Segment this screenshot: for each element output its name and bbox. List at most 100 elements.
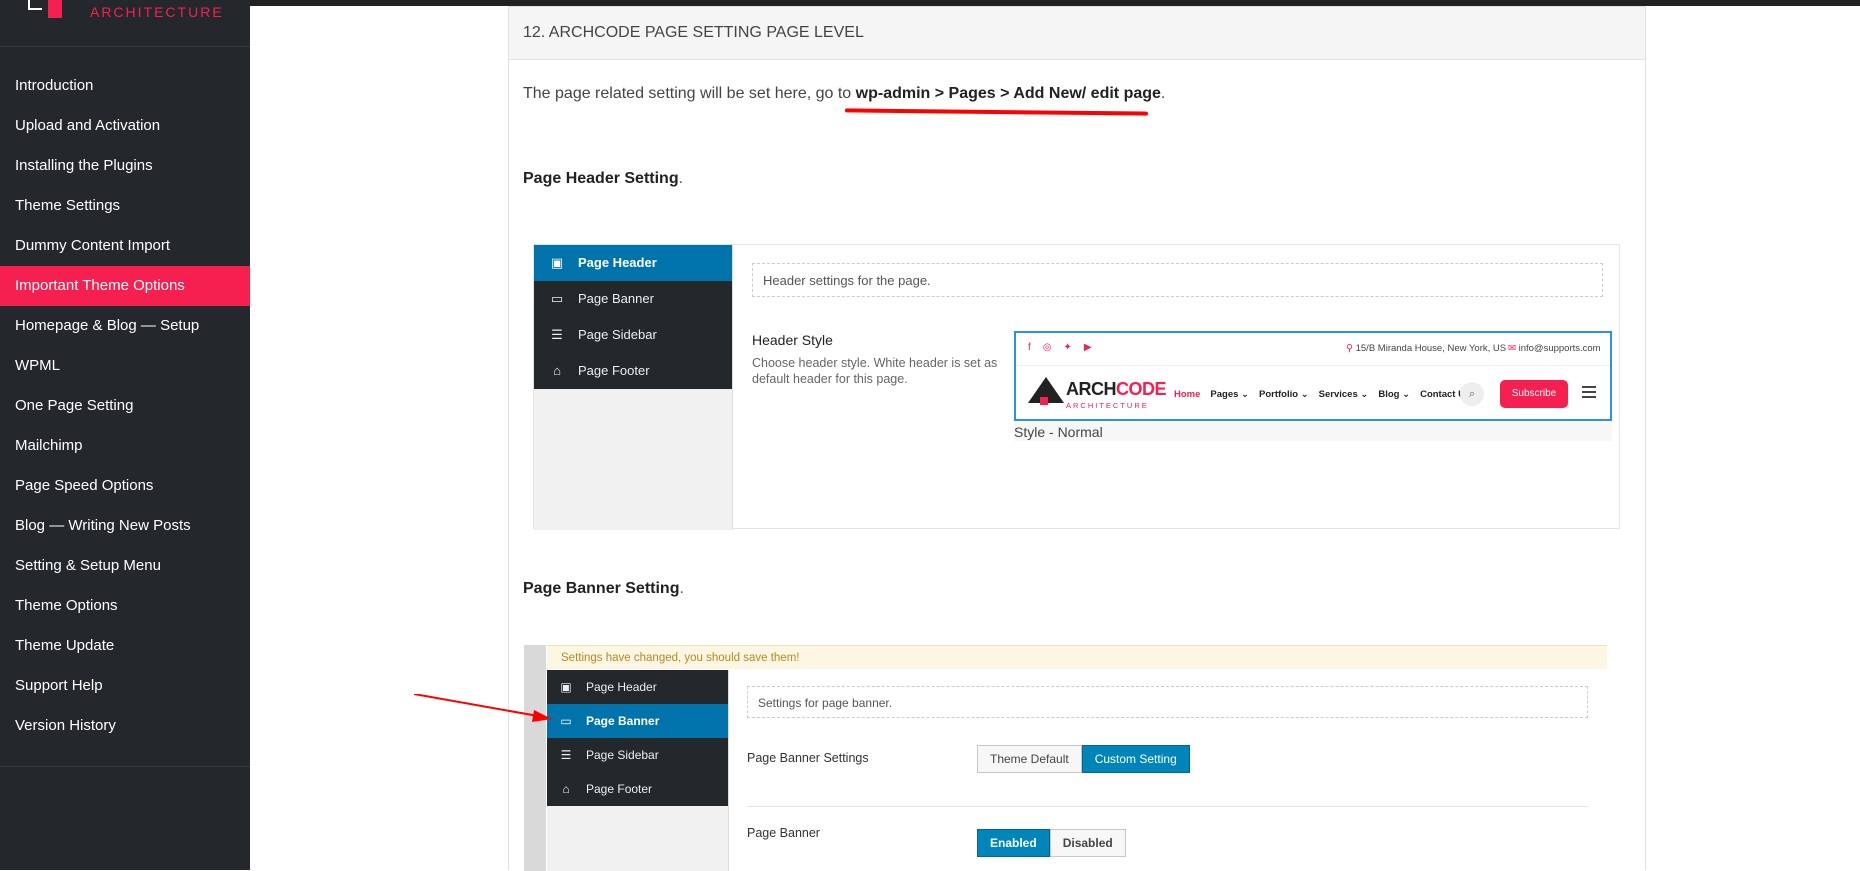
tab-label: Page Sidebar <box>578 327 657 342</box>
metabox-tab-page-banner[interactable]: ▭ Page Banner <box>534 281 732 317</box>
sidebar-item-wpml[interactable]: WPML <box>0 346 250 386</box>
metabox-tab-page-banner[interactable]: ▭ Page Banner <box>547 704 728 738</box>
page-banner-label: Page Banner <box>747 826 820 840</box>
sidebar-item-upload-activation[interactable]: Upload and Activation <box>0 106 250 146</box>
preview-nav-pages: Pages ⌄ <box>1210 389 1249 400</box>
red-arrow-annotation <box>414 694 552 722</box>
preview-nav-portfolio: Portfolio ⌄ <box>1259 389 1309 400</box>
home-icon: ⌂ <box>562 782 570 796</box>
sidebar-item-mailchimp[interactable]: Mailchimp <box>0 426 250 466</box>
location-pin-icon: ⚲ <box>1346 343 1356 354</box>
page-banner-setting-title: Page Banner Setting. <box>523 580 684 598</box>
metabox-sidebar: ▣ Page Header ▭ Page Banner ☰ Page Sidebar … <box>534 245 733 530</box>
sidebar-item-introduction[interactable]: Introduction <box>0 66 250 106</box>
sidebar-nav: Introduction Upload and Activation Insta… <box>0 66 250 746</box>
header-setting-title-text: Page Header Setting <box>523 170 679 187</box>
metabox-tab-page-header[interactable]: ▣ Page Header <box>534 245 732 281</box>
sidebar-item-theme-update[interactable]: Theme Update <box>0 626 250 666</box>
list-icon: ☰ <box>560 748 572 762</box>
tab-label: Page Banner <box>578 291 654 306</box>
intro-prefix: The page related setting will be set her… <box>523 85 856 102</box>
sidebar-item-version-history[interactable]: Version History <box>0 706 250 746</box>
window-icon: ▣ <box>550 255 564 270</box>
sidebar-item-one-page[interactable]: One Page Setting <box>0 386 250 426</box>
tab-label: Page Header <box>578 255 657 270</box>
monitor-icon: ▭ <box>560 714 572 728</box>
logo-roof-icon <box>28 0 42 10</box>
facebook-icon: f <box>1028 342 1043 353</box>
page-banner-settings-label: Page Banner Settings <box>747 751 869 765</box>
brand-logo[interactable]: ARCHITECTURE <box>0 0 250 47</box>
red-underline-annotation <box>844 108 1149 116</box>
title-dot: . <box>679 580 684 597</box>
list-icon: ☰ <box>551 327 563 342</box>
logo-main: ARCH <box>1066 379 1117 399</box>
unsaved-changes-notice: Settings have changed, you should save t… <box>547 645 1607 669</box>
metabox-tab-page-sidebar[interactable]: ☰ Page Sidebar <box>547 738 728 772</box>
sidebar-item-important-theme-options[interactable]: Important Theme Options <box>0 266 250 306</box>
disabled-button[interactable]: Disabled <box>1049 829 1126 857</box>
preview-nav-blog: Blog ⌄ <box>1378 389 1411 400</box>
metabox-sidebar: ▣ Page Header ▭ Page Banner ☰ Page Sidebar … <box>547 670 729 871</box>
enabled-button[interactable]: Enabled <box>977 829 1050 857</box>
header-style-description: Choose header style. White header is set… <box>752 356 998 386</box>
metabox-menu: ▣ Page Header ▭ Page Banner ☰ Page Sidebar … <box>534 245 732 389</box>
social-icons: f◎✦▶ <box>1028 342 1104 353</box>
banner-setting-title-text: Page Banner Setting <box>523 580 680 597</box>
preview-subscribe-button: Subscribe <box>1500 380 1568 408</box>
intro-suffix: . <box>1160 85 1166 102</box>
sidebar-item-support-help[interactable]: Support Help <box>0 666 250 706</box>
tab-label: Page Sidebar <box>586 748 659 762</box>
theme-default-button[interactable]: Theme Default <box>977 745 1082 773</box>
header-setting-screenshot: ▣ Page Header ▭ Page Banner ☰ Page Sidebar … <box>533 244 1620 530</box>
youtube-icon: ▶ <box>1083 342 1104 353</box>
custom-setting-button[interactable]: Custom Setting <box>1081 745 1190 773</box>
sidebar-item-theme-options[interactable]: Theme Options <box>0 586 250 626</box>
section-card: 12. ARCHCODE PAGE SETTING PAGE LEVEL The… <box>508 6 1646 871</box>
brand-text: ARCHITECTURE <box>90 4 224 20</box>
banner-settings-toggle: Theme Default Custom Setting <box>977 745 1190 773</box>
sidebar-item-homepage-blog[interactable]: Homepage & Blog — Setup <box>0 306 250 346</box>
logo-square-icon <box>48 0 62 18</box>
metabox-tab-page-footer[interactable]: ⌂ Page Footer <box>547 772 728 806</box>
tab-label: Page Footer <box>578 363 650 378</box>
sidebar-divider <box>0 766 250 767</box>
intro-path: wp-admin > Pages > Add New/ edit page <box>855 85 1161 102</box>
preview-topbar: f◎✦▶ ⚲ 15/B Miranda House, New York, US … <box>1016 333 1610 366</box>
section-title: 12. ARCHCODE PAGE SETTING PAGE LEVEL <box>509 7 1645 60</box>
intro-text: The page related setting will be set her… <box>523 85 1165 103</box>
header-style-caption: Style - Normal <box>1014 423 1612 441</box>
header-style-option-normal[interactable]: f◎✦▶ ⚲ 15/B Miranda House, New York, US … <box>1014 331 1612 421</box>
divider <box>747 806 1588 807</box>
sidebar-item-page-speed[interactable]: Page Speed Options <box>0 466 250 506</box>
sidebar-item-setup-menu[interactable]: Setting & Setup Menu <box>0 546 250 586</box>
mail-icon: ✉ <box>1508 343 1519 354</box>
preview-address: ⚲ 15/B Miranda House, New York, US <box>1346 343 1506 354</box>
metabox-tab-page-sidebar[interactable]: ☰ Page Sidebar <box>534 317 732 353</box>
preview-logo-text: ARCHCODE <box>1066 379 1167 400</box>
banner-setting-screenshot: Settings have changed, you should save t… <box>524 645 1620 871</box>
preview-nav-services: Services ⌄ <box>1318 389 1369 400</box>
sidebar-item-installing-plugins[interactable]: Installing the Plugins <box>0 146 250 186</box>
home-icon: ⌂ <box>553 363 561 378</box>
sidebar-item-dummy-content[interactable]: Dummy Content Import <box>0 226 250 266</box>
hamburger-icon <box>1582 386 1596 388</box>
address-text: 15/B Miranda House, New York, US <box>1355 343 1507 354</box>
sidebar-item-blog-posts[interactable]: Blog — Writing New Posts <box>0 506 250 546</box>
monitor-icon: ▭ <box>550 291 564 306</box>
banner-settings-info: Settings for page banner. <box>747 686 1588 718</box>
tab-label: Page Footer <box>586 782 653 796</box>
preview-nav: Home Pages ⌄ Portfolio ⌄ Services ⌄ Blog ⌄ Co… <box>1174 389 1480 400</box>
admin-margin <box>524 645 546 871</box>
metabox-tab-page-footer[interactable]: ⌂ Page Footer <box>534 353 732 389</box>
search-icon: ⌕ <box>1460 382 1484 406</box>
sidebar-item-theme-settings[interactable]: Theme Settings <box>0 186 250 226</box>
preview-nav-home: Home <box>1174 389 1201 400</box>
tab-label: Page Header <box>586 680 657 694</box>
metabox-tab-page-header[interactable]: ▣ Page Header <box>547 670 728 704</box>
instagram-icon: ◎ <box>1042 342 1064 353</box>
docs-sidebar: ARCHITECTURE Introduction Upload and Act… <box>0 0 250 870</box>
logo-accent: CODE <box>1116 379 1167 399</box>
metabox-menu: ▣ Page Header ▭ Page Banner ☰ Page Sidebar … <box>547 670 728 806</box>
preview-logo-sub: ARCHITECTURE <box>1066 401 1149 410</box>
